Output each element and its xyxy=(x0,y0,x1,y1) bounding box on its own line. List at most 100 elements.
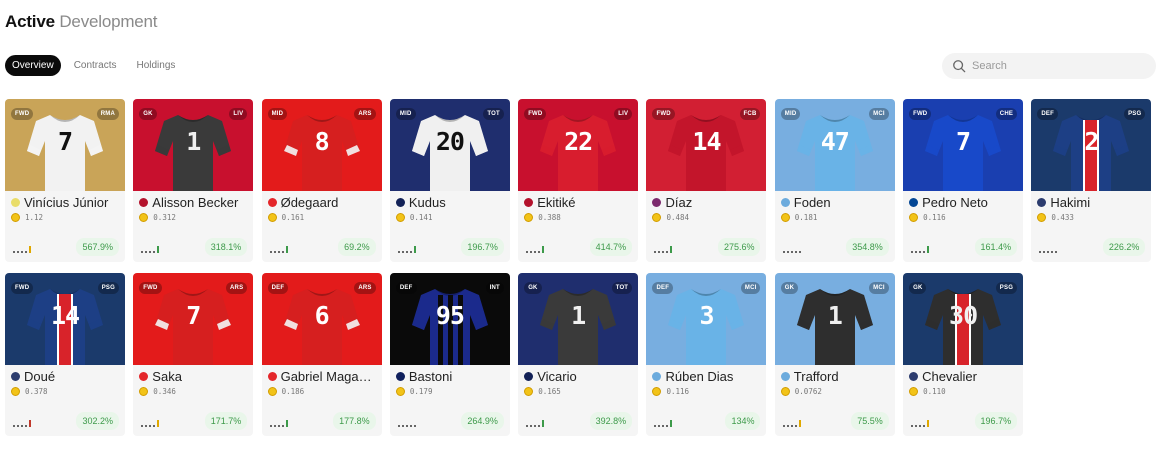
player-name-row: Hakimi xyxy=(1037,195,1145,210)
tab-overview[interactable]: Overview xyxy=(5,55,61,76)
price-change-badge: 134% xyxy=(725,412,761,430)
jersey-number: 3 xyxy=(699,301,714,330)
club-color-icon xyxy=(524,372,534,381)
jersey-thumbnail: MID TOT 20 xyxy=(389,99,510,191)
player-name-row: Saka xyxy=(139,369,247,384)
player-info: Vinícius Júnior 1.12 567.9% xyxy=(5,191,125,262)
player-card[interactable]: FWD RMA 7 Vinícius Júnior 1.12 567.9% xyxy=(5,99,125,262)
tab-contracts[interactable]: Contracts xyxy=(67,55,124,76)
trend-bars-icon xyxy=(782,419,801,427)
player-name: Vicario xyxy=(537,369,577,384)
price-change-badge: 196.7% xyxy=(461,238,504,256)
jersey-number: 7 xyxy=(956,127,971,156)
player-name: Vinícius Júnior xyxy=(24,195,109,210)
player-card[interactable]: MID ARS 8 Ødegaard 0.161 69.2% xyxy=(261,99,382,262)
jersey-number: 7 xyxy=(186,301,201,330)
coin-icon xyxy=(1037,213,1047,222)
player-card[interactable]: FWD CHE 7 Pedro Neto 0.116 161.4% xyxy=(903,99,1024,262)
coin-icon xyxy=(267,387,277,396)
player-card[interactable]: DEF MCI 3 Rúben Dias 0.116 134% xyxy=(646,273,767,436)
page-title-secondary: Development xyxy=(59,12,158,31)
coin-icon xyxy=(524,213,534,222)
jersey-number: 7 xyxy=(57,127,73,156)
player-price: 0.378 xyxy=(25,387,48,396)
price-row: 0.433 xyxy=(1037,213,1145,222)
price-row: 0.484 xyxy=(652,213,760,222)
price-change-badge: 302.2% xyxy=(76,412,119,430)
search-input[interactable] xyxy=(972,60,1142,72)
player-name: Foden xyxy=(793,195,831,210)
search-box[interactable] xyxy=(942,53,1156,79)
player-name-row: Foden xyxy=(780,195,889,210)
trend-bars-icon xyxy=(654,419,673,427)
price-row: 0.116 xyxy=(652,387,760,396)
trend-bars-icon xyxy=(526,419,545,427)
player-grid: FWD RMA 7 Vinícius Júnior 1.12 567.9% GK… xyxy=(5,99,1152,436)
player-info: Bastoni 0.179 264.9% xyxy=(390,365,510,436)
coin-icon xyxy=(524,387,534,396)
club-color-icon xyxy=(909,198,919,207)
price-row: 0.116 xyxy=(909,213,1017,222)
player-name-row: Gabriel Maga… xyxy=(267,369,376,384)
player-name: Chevalier xyxy=(922,369,977,384)
player-info: Gabriel Maga… 0.186 177.8% xyxy=(262,365,382,436)
player-card[interactable]: GK PSG 30 Chevalier 0.110 196.7% xyxy=(903,273,1024,436)
jersey-thumbnail: GK MCI 1 xyxy=(774,273,895,365)
player-price: 0.141 xyxy=(409,213,433,222)
player-card[interactable]: DEF INT 95 Bastoni 0.179 264.9% xyxy=(389,273,510,436)
player-name-row: Vinícius Júnior xyxy=(11,195,119,210)
jersey-thumbnail: FWD LIV 22 xyxy=(518,99,639,191)
player-price: 0.116 xyxy=(666,387,690,396)
player-card[interactable]: GK TOT 1 Vicario 0.165 392.8% xyxy=(518,273,639,436)
tab-holdings[interactable]: Holdings xyxy=(129,55,182,76)
player-price: 0.484 xyxy=(666,213,690,222)
club-color-icon xyxy=(1037,198,1047,207)
price-change-badge: 196.7% xyxy=(974,412,1018,430)
player-card[interactable]: FWD LIV 22 Ekitiké 0.388 414.7% xyxy=(518,99,639,262)
player-card[interactable]: FWD ARS 7 Saka 0.346 171.7% xyxy=(133,273,254,436)
player-card[interactable]: FWD PSG 14 Doué 0.378 302.2% xyxy=(5,273,125,436)
price-change-badge: 392.8% xyxy=(589,412,633,430)
trend-bars-icon xyxy=(397,245,416,253)
player-name-row: Pedro Neto xyxy=(909,195,1017,210)
jersey-thumbnail: DEF MCI 3 xyxy=(646,273,767,365)
player-card[interactable]: DEF ARS 6 Gabriel Maga… 0.186 177.8% xyxy=(261,273,382,436)
price-change-badge: 414.7% xyxy=(589,238,633,256)
player-info: Doué 0.378 302.2% xyxy=(5,365,125,436)
player-card[interactable]: DEF PSG 2 Hakimi 0.433 226.2% xyxy=(1031,99,1152,262)
player-info: Chevalier 0.110 196.7% xyxy=(903,365,1023,436)
player-card[interactable]: MID MCI 47 Foden 0.181 354.8% xyxy=(774,99,895,262)
trend-bars-icon xyxy=(269,245,288,253)
trend-bars-icon xyxy=(397,419,416,427)
page-title-primary: Active xyxy=(5,12,55,31)
club-color-icon xyxy=(11,198,20,207)
coin-icon xyxy=(395,213,405,222)
jersey-number: 8 xyxy=(314,127,330,156)
player-price: 0.388 xyxy=(538,213,561,222)
player-name-row: Kudus xyxy=(395,195,504,210)
jersey-number: 1 xyxy=(571,301,586,330)
player-card[interactable]: GK LIV 1 Alisson Becker 0.312 318.1% xyxy=(133,99,254,262)
coin-icon xyxy=(139,213,149,222)
club-color-icon xyxy=(139,372,149,381)
coin-icon xyxy=(780,213,790,222)
player-name: Kudus xyxy=(408,195,446,210)
player-card[interactable]: GK MCI 1 Trafford 0.0762 75.5% xyxy=(774,273,895,436)
player-card[interactable]: FWD FCB 14 Díaz 0.484 275.6% xyxy=(646,99,767,262)
coin-icon xyxy=(11,213,20,222)
club-color-icon xyxy=(139,198,149,207)
club-color-icon xyxy=(780,198,790,207)
club-color-icon xyxy=(395,372,405,381)
jersey-number: 22 xyxy=(564,127,593,156)
search-icon xyxy=(953,60,966,73)
player-info: Hakimi 0.433 226.2% xyxy=(1031,191,1151,262)
jersey-number: 1 xyxy=(186,127,201,156)
price-row: 0.0762 xyxy=(780,387,889,396)
player-card[interactable]: MID TOT 20 Kudus 0.141 196.7% xyxy=(389,99,510,262)
coin-icon xyxy=(395,387,405,396)
coin-icon xyxy=(652,213,662,222)
club-color-icon xyxy=(652,372,662,381)
player-name: Saka xyxy=(152,369,182,384)
jersey-number: 1 xyxy=(827,301,843,330)
club-color-icon xyxy=(652,198,662,207)
